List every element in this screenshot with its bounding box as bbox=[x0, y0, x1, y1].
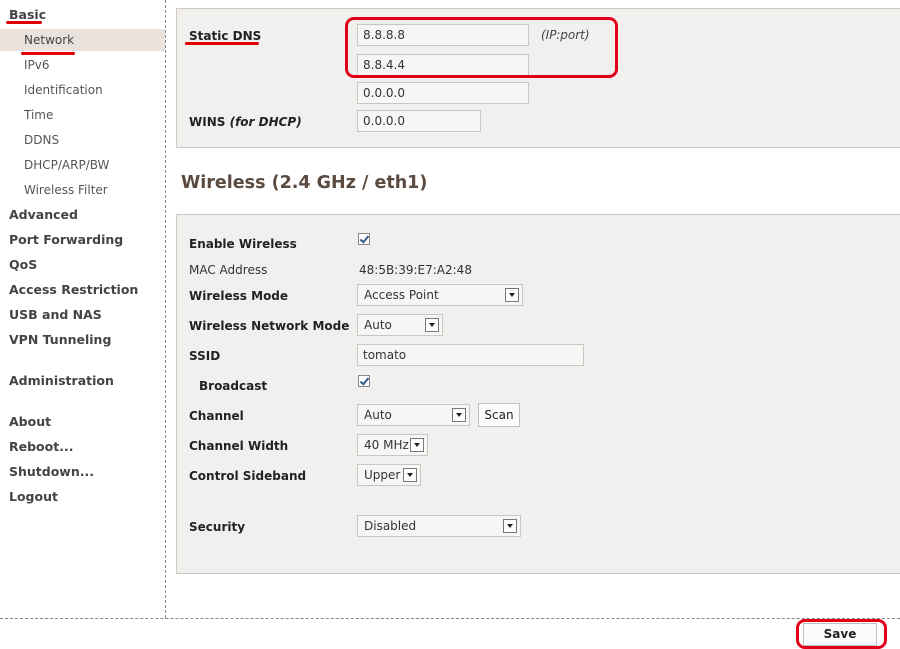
sidebar-item-shutdown[interactable]: Shutdown... bbox=[0, 461, 165, 483]
sidebar-item-identification[interactable]: Identification bbox=[0, 79, 165, 101]
wireless-mode-value: Access Point bbox=[364, 288, 439, 302]
channel-value: Auto bbox=[364, 408, 392, 422]
annotation-underline bbox=[21, 52, 75, 55]
sidebar-item-usb-and-nas[interactable]: USB and NAS bbox=[0, 304, 165, 326]
channel-width-select[interactable]: 40 MHz bbox=[357, 434, 428, 456]
sidebar-item-vpn-tunneling[interactable]: VPN Tunneling bbox=[0, 329, 165, 351]
enable-wireless-label: Enable Wireless bbox=[189, 237, 297, 251]
sidebar-item-dhcp-arp-bw[interactable]: DHCP/ARP/BW bbox=[0, 154, 165, 176]
security-select[interactable]: Disabled bbox=[357, 515, 521, 537]
sidebar-item-administration[interactable]: Administration bbox=[0, 370, 165, 392]
sidebar-item-port-forwarding[interactable]: Port Forwarding bbox=[0, 229, 165, 251]
wireless-network-mode-label: Wireless Network Mode bbox=[189, 319, 350, 333]
wireless-panel: Enable Wireless MAC Address 48:5B:39:E7:… bbox=[176, 214, 900, 574]
control-sideband-value: Upper bbox=[364, 468, 401, 482]
chevron-down-icon bbox=[403, 468, 417, 482]
ssid-input[interactable] bbox=[357, 344, 584, 366]
wireless-heading: Wireless (2.4 GHz / eth1) bbox=[181, 173, 428, 193]
channel-select[interactable]: Auto bbox=[357, 404, 470, 426]
sidebar-item-about[interactable]: About bbox=[0, 411, 165, 433]
chevron-down-icon bbox=[503, 519, 517, 533]
static-dns-1-input[interactable] bbox=[357, 24, 529, 46]
control-sideband-select[interactable]: Upper bbox=[357, 464, 421, 486]
sidebar-item-ddns[interactable]: DDNS bbox=[0, 129, 165, 151]
dns-panel: Static DNS (IP:port) WINS (for DHCP) bbox=[176, 8, 900, 148]
channel-label: Channel bbox=[189, 409, 244, 423]
sidebar-item-reboot[interactable]: Reboot... bbox=[0, 436, 165, 458]
wins-label-text: WINS bbox=[189, 115, 226, 129]
chevron-down-icon bbox=[410, 438, 424, 452]
chevron-down-icon bbox=[505, 288, 519, 302]
mac-address-label: MAC Address bbox=[189, 263, 268, 277]
sidebar-item-qos[interactable]: QoS bbox=[0, 254, 165, 276]
sidebar-item-time[interactable]: Time bbox=[0, 104, 165, 126]
sidebar-item-wireless-filter[interactable]: Wireless Filter bbox=[0, 179, 165, 201]
static-dns-2-input[interactable] bbox=[357, 54, 529, 76]
control-sideband-label: Control Sideband bbox=[189, 469, 307, 483]
static-dns-3-input[interactable] bbox=[357, 82, 529, 104]
wireless-mode-label: Wireless Mode bbox=[189, 289, 289, 303]
channel-width-label: Channel Width bbox=[189, 439, 289, 453]
annotation-underline bbox=[185, 42, 259, 45]
mac-address-value: 48:5B:39:E7:A2:48 bbox=[359, 263, 472, 277]
broadcast-label: Broadcast bbox=[199, 379, 268, 393]
enable-wireless-checkbox[interactable] bbox=[358, 233, 370, 245]
wins-input[interactable] bbox=[357, 110, 481, 132]
wireless-network-mode-value: Auto bbox=[364, 318, 392, 332]
security-label: Security bbox=[189, 520, 246, 534]
save-button[interactable]: Save bbox=[803, 623, 877, 646]
chevron-down-icon bbox=[425, 318, 439, 332]
security-value: Disabled bbox=[364, 519, 417, 533]
footer-divider bbox=[0, 618, 900, 619]
sidebar-item-network[interactable]: Network bbox=[0, 29, 165, 51]
wins-label-suffix: (for DHCP) bbox=[229, 115, 302, 129]
sidebar-item-logout[interactable]: Logout bbox=[0, 486, 165, 508]
channel-width-value: 40 MHz bbox=[364, 438, 409, 452]
ssid-label: SSID bbox=[189, 349, 221, 363]
wireless-network-mode-select[interactable]: Auto bbox=[357, 314, 443, 336]
ip-port-hint: (IP:port) bbox=[541, 28, 590, 42]
sidebar-item-advanced[interactable]: Advanced bbox=[0, 204, 165, 226]
scan-button[interactable]: Scan bbox=[478, 403, 520, 427]
sidebar-item-access-restriction[interactable]: Access Restriction bbox=[0, 279, 165, 301]
sidebar: Basic Network IPv6 Identification Time DDNS DH… bbox=[0, 0, 166, 618]
chevron-down-icon bbox=[452, 408, 466, 422]
sidebar-item-ipv6[interactable]: IPv6 bbox=[0, 54, 165, 76]
wins-label: WINS (for DHCP) bbox=[189, 115, 302, 129]
annotation-underline bbox=[6, 21, 42, 24]
broadcast-checkbox[interactable] bbox=[358, 375, 370, 387]
static-dns-label: Static DNS bbox=[189, 29, 262, 43]
wireless-mode-select[interactable]: Access Point bbox=[357, 284, 523, 306]
